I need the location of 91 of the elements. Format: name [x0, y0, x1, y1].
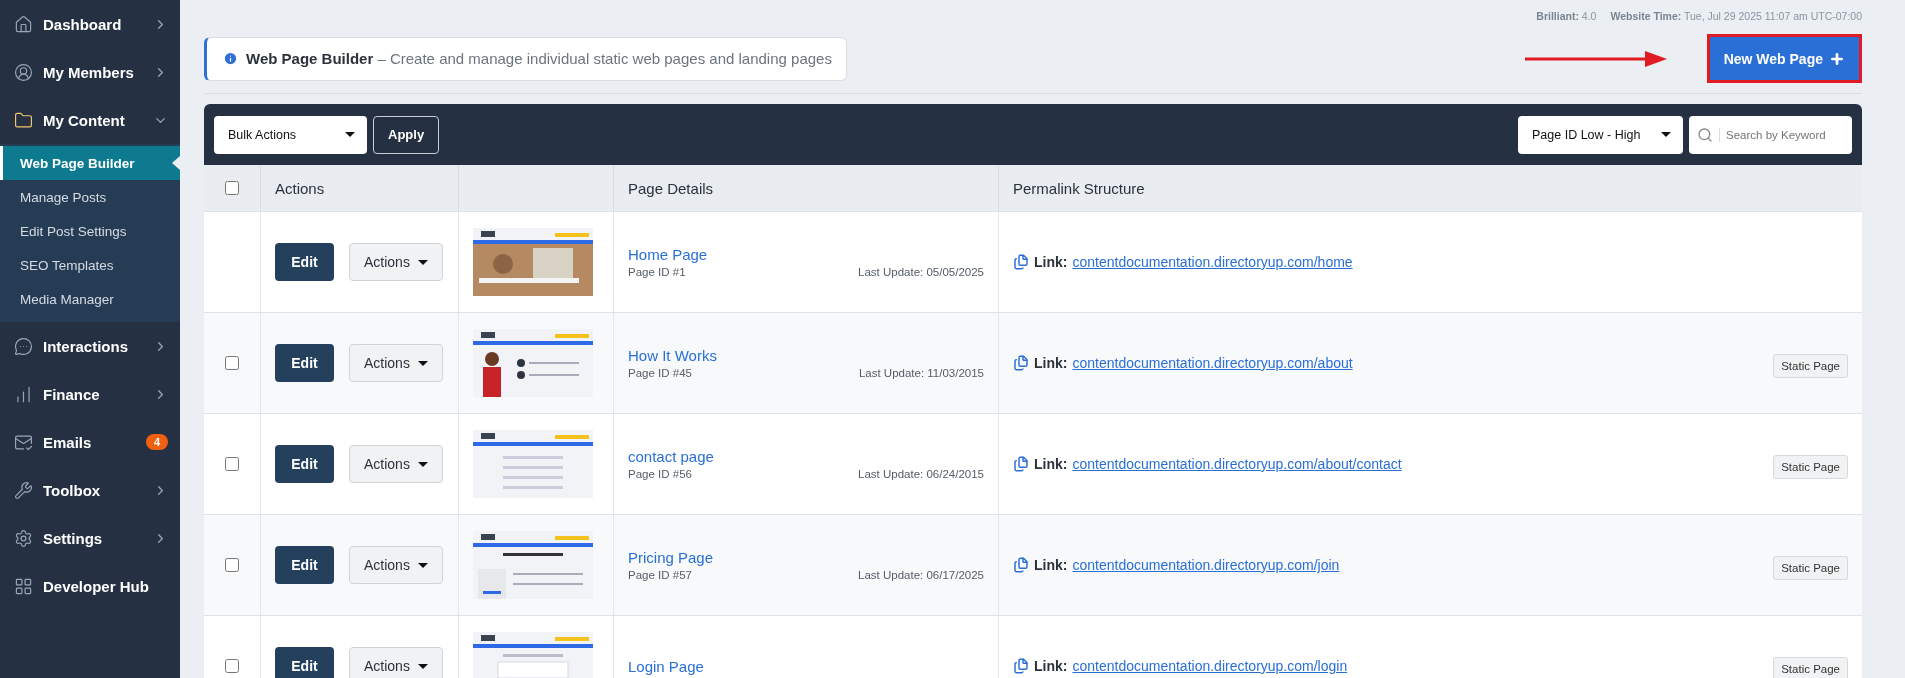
- caret-icon: [345, 132, 355, 137]
- nav-item[interactable]: My Content: [0, 96, 180, 144]
- nav-item[interactable]: Emails 4: [0, 418, 180, 466]
- edit-button[interactable]: Edit: [275, 647, 334, 678]
- page-type-tag: Static Page: [1773, 556, 1848, 580]
- select-all-checkbox[interactable]: [225, 181, 239, 195]
- link-label: Link:: [1034, 355, 1068, 371]
- last-update: Last Update: 06/17/2025: [858, 569, 984, 581]
- submenu-item[interactable]: Edit Post Settings: [0, 214, 180, 248]
- page-type-tag: Static Page: [1773, 657, 1848, 678]
- caret-icon: [417, 562, 428, 568]
- caret-icon: [417, 461, 428, 467]
- page-type-tag: Static Page: [1773, 455, 1848, 479]
- page-title-link[interactable]: Home Page: [628, 246, 984, 263]
- settings-icon: [14, 528, 33, 548]
- apply-button[interactable]: Apply: [373, 115, 440, 154]
- meta-text: Website Time: Tue, Jul 29 2025 11:07 am UTC-07:00: [1610, 10, 1862, 22]
- page-title-link[interactable]: contact page: [628, 448, 984, 465]
- actions-button[interactable]: Actions: [349, 546, 443, 584]
- nav-item[interactable]: Developer Hub: [0, 562, 180, 610]
- row-checkbox[interactable]: [225, 558, 239, 572]
- link-label: Link:: [1034, 254, 1068, 270]
- page-id: Page ID #1: [628, 266, 686, 278]
- home-icon: [14, 14, 33, 34]
- page-title-link[interactable]: Login Page: [628, 657, 984, 675]
- actions-button[interactable]: Actions: [349, 445, 443, 483]
- column-header: Actions: [261, 165, 459, 211]
- row-checkbox[interactable]: [225, 659, 239, 673]
- column-header: Permalink Structure: [999, 165, 1862, 211]
- edit-button[interactable]: Edit: [275, 445, 334, 483]
- edit-button[interactable]: Edit: [275, 546, 334, 584]
- caret-icon: [417, 663, 428, 669]
- permalink-link[interactable]: contentdocumentation.directoryup.com/home: [1072, 254, 1353, 270]
- copy-icon[interactable]: [1013, 658, 1029, 674]
- folder-icon: [14, 110, 33, 130]
- permalink-link[interactable]: contentdocumentation.directoryup.com/about: [1072, 355, 1353, 371]
- nav-item[interactable]: Settings: [0, 514, 180, 562]
- edit-button[interactable]: Edit: [275, 243, 334, 281]
- link-label: Link:: [1034, 456, 1068, 472]
- page-id: Page ID #56: [628, 468, 692, 480]
- last-update: Last Update: 06/24/2015: [858, 468, 984, 480]
- caret-icon: [1661, 132, 1671, 137]
- bar-chart-icon: [14, 384, 33, 404]
- submenu-item[interactable]: SEO Templates: [0, 248, 180, 282]
- actions-button[interactable]: Actions: [349, 243, 443, 281]
- last-update: Last Update: 05/05/2025: [858, 266, 984, 278]
- submenu-item[interactable]: Media Manager: [0, 282, 180, 316]
- banner-text: Web Page Builder – Create and manage individual static web pages and landing pages: [246, 50, 832, 67]
- nav-item[interactable]: Dashboard: [0, 0, 180, 48]
- count-badge: 4: [145, 434, 168, 450]
- nav-item[interactable]: Interactions: [0, 322, 180, 370]
- page-id: Page ID #57: [628, 569, 692, 581]
- copy-icon[interactable]: [1013, 557, 1029, 573]
- page-title-link[interactable]: How It Works: [628, 347, 984, 364]
- edit-button[interactable]: Edit: [275, 344, 334, 382]
- actions-button[interactable]: Actions: [349, 647, 443, 678]
- meta-text: Brilliant: 4.0: [1536, 10, 1597, 22]
- last-update: Last Update: 11/03/2015: [858, 367, 984, 379]
- chat-icon: [14, 336, 33, 356]
- page-type-tag: Static Page: [1773, 354, 1848, 378]
- submenu-item[interactable]: Web Page Builder: [0, 146, 180, 180]
- actions-button[interactable]: Actions: [349, 344, 443, 382]
- grid-icon: [14, 576, 33, 596]
- caret-icon: [417, 360, 428, 366]
- caret-icon: [417, 259, 428, 265]
- link-label: Link:: [1034, 557, 1068, 573]
- copy-icon[interactable]: [1013, 254, 1029, 270]
- copy-icon[interactable]: [1013, 456, 1029, 472]
- nav-item[interactable]: Finance: [0, 370, 180, 418]
- bulk-actions-select[interactable]: Bulk Actions: [214, 115, 367, 154]
- new-page-button[interactable]: New Web Page: [1706, 34, 1862, 83]
- tools-icon: [14, 480, 33, 500]
- page-title-link[interactable]: Pricing Page: [628, 549, 984, 566]
- search-icon: [1697, 126, 1713, 143]
- row-checkbox[interactable]: [225, 356, 239, 370]
- column-header: Page Details: [614, 165, 999, 211]
- copy-icon[interactable]: [1013, 355, 1029, 371]
- submenu-item[interactable]: Manage Posts: [0, 180, 180, 214]
- search-field[interactable]: Search by Keyword: [1689, 115, 1852, 154]
- permalink-link[interactable]: contentdocumentation.directoryup.com/about/contact: [1072, 456, 1402, 472]
- page-id: Page ID #45: [628, 367, 692, 379]
- permalink-link[interactable]: contentdocumentation.directoryup.com/login: [1072, 658, 1348, 674]
- info-icon: [223, 51, 238, 66]
- nav-item[interactable]: Toolbox: [0, 466, 180, 514]
- sort-select[interactable]: Page ID Low - High: [1518, 115, 1683, 154]
- permalink-link[interactable]: contentdocumentation.directoryup.com/join: [1072, 557, 1340, 573]
- user-icon: [14, 62, 33, 82]
- row-checkbox[interactable]: [225, 457, 239, 471]
- nav-item[interactable]: My Members: [0, 48, 180, 96]
- link-label: Link:: [1034, 658, 1068, 674]
- plus-icon: [1829, 50, 1845, 67]
